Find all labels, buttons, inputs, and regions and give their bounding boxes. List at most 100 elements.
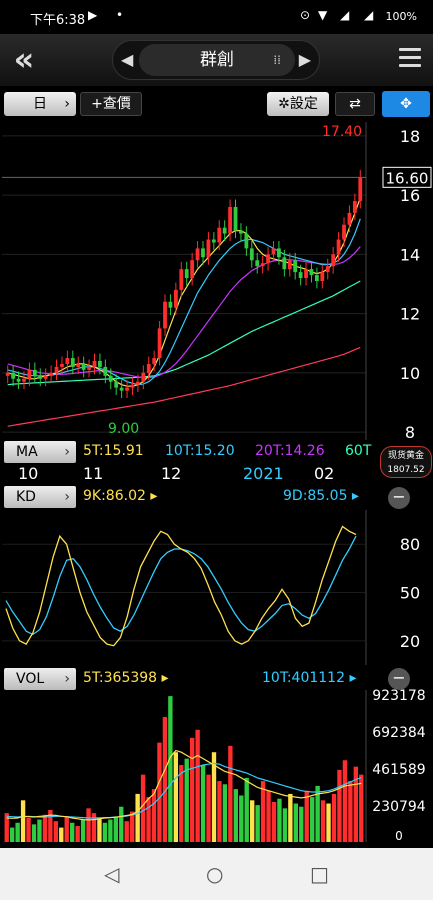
next-stock-icon[interactable]: ▶ [299, 50, 311, 69]
chart-toolbar: 日 › +查價 ✲設定 ⇄ ✥ [0, 88, 433, 122]
candle-body [141, 372, 146, 382]
volume-bar [53, 821, 58, 842]
ma-indicator-button[interactable]: MA › [4, 441, 76, 463]
time-axis-label: 12 [161, 464, 182, 483]
price-axis-tick: 12 [400, 305, 420, 324]
gold-ticker-widget[interactable]: 现货黄金 1807.52 [380, 446, 432, 478]
volume-bar [146, 797, 151, 842]
chevron-right-icon: › [64, 671, 70, 687]
candle-body [152, 358, 157, 364]
volume-bar [15, 822, 20, 842]
volume-bar [255, 805, 260, 842]
volume-bar [348, 781, 353, 842]
candle-body [206, 239, 211, 258]
volume-bar [266, 790, 271, 842]
candle-body [98, 360, 102, 367]
price-chart[interactable]: 17.40 9.00 18 16 14 12 10 8 16.60 [0, 122, 433, 442]
stock-title-button[interactable]: 群創 ⁞⁞ [139, 44, 295, 76]
gold-ticker-value: 1807.52 [387, 465, 425, 475]
home-circle-icon[interactable]: ○ [206, 862, 223, 886]
volume-chart[interactable]: 923178 692384 461589 230794 0 [4, 688, 426, 842]
candle-body [125, 387, 129, 391]
settings-button[interactable]: ✲設定 [267, 92, 329, 116]
candle-body [239, 230, 243, 234]
ma10-value: 10T:15.20 [165, 443, 235, 459]
vol-ma5-value: 5T:365398 ▸ [83, 670, 169, 686]
period-select-button[interactable]: 日 › [4, 92, 76, 116]
volume-bar [130, 811, 135, 842]
candle-body [233, 206, 238, 231]
alarm-icon: ⊙ [300, 8, 311, 22]
volume-bar [222, 784, 228, 842]
back-triangle-icon[interactable]: ◁ [104, 862, 119, 886]
candle-body [314, 275, 319, 281]
volume-bar [102, 822, 108, 842]
fullscreen-button[interactable]: ✥ [382, 91, 430, 117]
volume-bar [157, 742, 162, 842]
candle-body [108, 375, 113, 382]
ma5-value: 5T:15.91 [83, 443, 144, 459]
candle-body [228, 206, 233, 234]
chevron-right-icon: › [64, 444, 70, 460]
volume-bar [80, 819, 86, 842]
volume-bar [331, 793, 337, 842]
candle-body [146, 363, 151, 373]
candle-body [266, 254, 270, 264]
kd-axis-tick: 50 [400, 584, 420, 603]
volume-bar [293, 803, 298, 842]
candle-body [32, 369, 37, 376]
candle-body [287, 260, 292, 270]
rotate-screen-button[interactable]: ⇄ [335, 92, 375, 116]
volume-bar [206, 774, 211, 842]
kd-axis-tick: 80 [400, 535, 420, 554]
collapse-kd-button[interactable]: − [388, 487, 410, 509]
candle-body [76, 363, 81, 367]
recents-square-icon[interactable]: □ [310, 862, 329, 886]
candle-body [163, 301, 167, 329]
volume-bar [86, 808, 91, 842]
volume-bar [97, 817, 102, 842]
candle-body [255, 260, 260, 267]
hamburger-menu-icon[interactable] [399, 48, 421, 68]
candle-body [179, 269, 184, 290]
vol-axis-tick: 230794 [372, 799, 426, 815]
volume-bar [64, 816, 69, 842]
candle-body [87, 366, 91, 370]
vol-axis-tick: 0 [395, 829, 403, 842]
signal-icon: ◢ [340, 8, 350, 22]
vol-ma10-value: 10T:401112 ▸ [262, 670, 357, 686]
grid-icon: ⁞⁞ [273, 53, 281, 67]
candle-body [130, 384, 135, 388]
volume-bar [70, 822, 75, 842]
price-axis-tick: 8 [405, 423, 415, 442]
kd-chart[interactable]: 80 50 20 [2, 510, 420, 665]
candle-body [201, 248, 205, 258]
candle-body [103, 366, 108, 376]
volume-bar [200, 765, 206, 842]
volume-bar [75, 825, 80, 842]
collapse-vol-button[interactable]: − [388, 668, 410, 690]
volume-bar [359, 774, 364, 842]
current-price-label: 16.60 [386, 169, 429, 187]
chevron-right-icon: › [64, 96, 70, 112]
vol-indicator-button[interactable]: VOL › [4, 668, 76, 690]
candle-body [211, 239, 216, 243]
wifi-icon: ▼ [318, 8, 328, 22]
back-button[interactable]: « [6, 42, 42, 78]
volume-bar [119, 806, 124, 842]
volume-bar [228, 745, 233, 842]
status-bar: 下午6:38 ▶ • ⊙ ▼ ◢ ◢ 100% [0, 0, 433, 34]
kd-indicator-button[interactable]: KD › [4, 486, 76, 508]
volume-bar [113, 816, 118, 842]
volume-bar [37, 819, 42, 842]
volume-bar [10, 827, 15, 842]
volume-bar [162, 716, 168, 842]
volume-bar [304, 790, 309, 842]
volume-bar [195, 729, 200, 842]
candle-body [336, 239, 341, 255]
volume-bar [277, 798, 282, 842]
volume-bar [26, 817, 31, 842]
volume-bar [173, 752, 178, 842]
add-quote-button[interactable]: +查價 [80, 92, 142, 116]
prev-stock-icon[interactable]: ◀ [121, 50, 133, 69]
